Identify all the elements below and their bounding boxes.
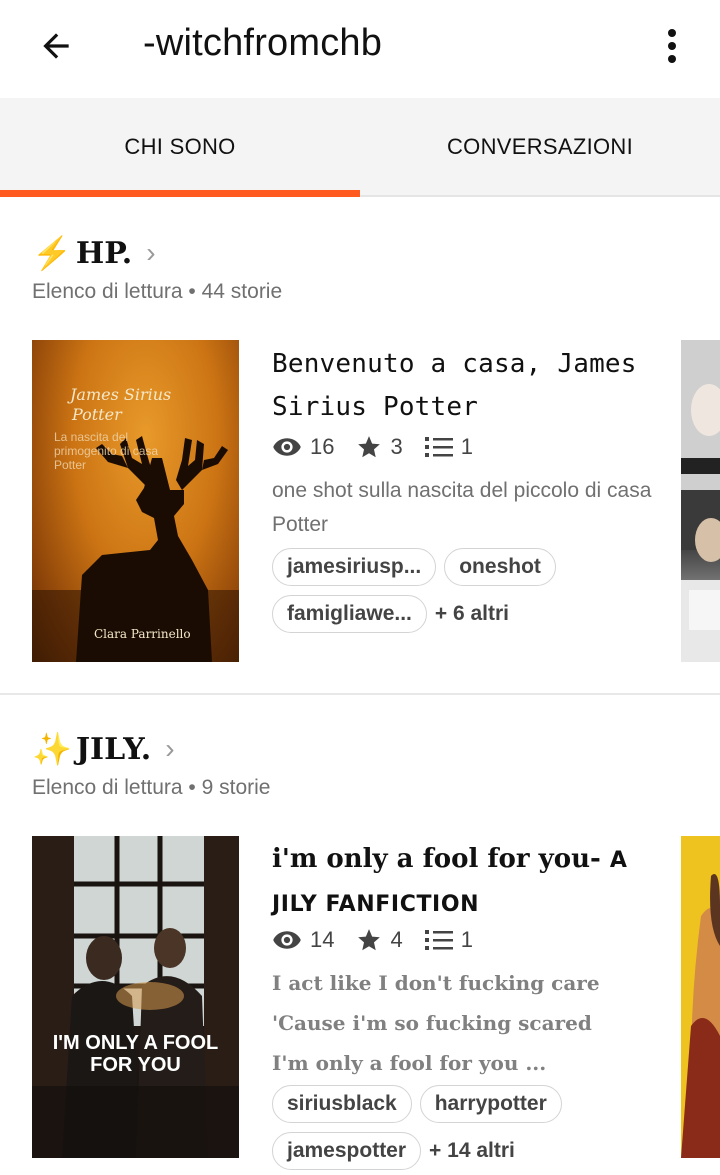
views-count: 16	[310, 434, 335, 459]
description-line: I'm only a fool for you ...	[272, 1051, 547, 1075]
more-tags-link[interactable]: + 14 altri	[429, 1139, 515, 1163]
sparkles-icon: ✨	[32, 730, 72, 768]
tab-conversazioni[interactable]: CONVERSAZIONI	[360, 98, 720, 195]
story-description: one shot sulla nascita del piccolo di ca…	[272, 479, 652, 536]
active-tab-indicator	[0, 190, 360, 197]
back-button[interactable]	[30, 20, 82, 72]
cover-title-line2: Potter	[71, 405, 123, 424]
more-vertical-icon	[668, 29, 676, 63]
profile-tabs: CHI SONO CONVERSAZIONI	[0, 98, 720, 197]
more-tags-link[interactable]: + 6 altri	[435, 602, 509, 626]
lightning-icon: ⚡	[32, 234, 72, 272]
cover-subtitle: La nascita del primogenito di casa Potte…	[54, 430, 159, 472]
views-count: 14	[310, 927, 335, 952]
votes-count: 4	[390, 927, 403, 952]
reading-list-name: HP.	[75, 235, 133, 271]
page-title: -witchfromchb	[143, 22, 383, 64]
cover-thumbnail-image	[681, 340, 720, 662]
list-icon	[424, 437, 453, 457]
chevron-right-icon: ›	[146, 237, 156, 268]
reading-list-title[interactable]: ✨ JILY. ›	[32, 730, 175, 768]
tab-chi-sono[interactable]: CHI SONO	[0, 98, 360, 195]
story-tags: siriusblack harrypotter jamespotter + 14…	[272, 1081, 692, 1175]
next-story-cover-peek[interactable]	[681, 340, 720, 662]
story-title[interactable]: Benvenuto a casa, James Sirius Potter	[272, 343, 672, 429]
cover-text: I'M ONLY A FOOL FOR YOU	[52, 1032, 219, 1076]
description-line: 'Cause i'm so fucking scared	[272, 1011, 592, 1035]
reading-list-title[interactable]: ⚡ HP. ›	[32, 234, 156, 272]
story-title[interactable]: i'm only a fool for you- A JILY FANFICTI…	[272, 838, 672, 926]
story-tags: jamesiriusp... oneshot famigliawe... + 6…	[272, 544, 692, 638]
eye-icon	[273, 438, 301, 456]
chevron-right-icon: ›	[165, 733, 175, 764]
tag-chip[interactable]: famigliawe...	[272, 595, 427, 633]
description-line: I act like I don't fucking care	[272, 971, 600, 995]
cover-title-line1: James Sirius	[67, 385, 171, 404]
reading-list-name: JILY.	[75, 731, 152, 767]
star-icon	[358, 929, 381, 951]
cover-author: Clara Parrinello	[94, 627, 191, 641]
cover-thumbnail-image	[681, 836, 720, 1158]
list-icon	[424, 930, 453, 950]
story-description: I act like I don't fucking care 'Cause i…	[272, 963, 672, 1083]
parts-count: 1	[460, 927, 473, 952]
window-couple-image	[32, 836, 239, 1158]
story-cover[interactable]: James Sirius Potter La nascita del primo…	[32, 340, 239, 662]
tag-chip[interactable]: jamespotter	[272, 1132, 422, 1170]
story-stats: 16 3 1	[272, 434, 495, 460]
eye-icon	[273, 931, 301, 949]
app-bar: -witchfromchb	[0, 0, 720, 98]
arrow-left-icon	[43, 33, 69, 59]
tag-chip[interactable]: siriusblack	[272, 1085, 412, 1123]
section-divider	[0, 693, 720, 695]
tag-chip[interactable]: harrypotter	[419, 1085, 562, 1123]
more-options-button[interactable]	[648, 20, 696, 72]
story-stats: 14 4 1	[272, 927, 495, 953]
star-icon	[358, 436, 381, 458]
story-cover[interactable]: I'M ONLY A FOOL FOR YOU	[32, 836, 239, 1158]
tag-chip[interactable]: jamesiriusp...	[272, 548, 437, 586]
deer-silhouette-image: James Sirius Potter La nascita del primo…	[32, 385, 239, 662]
votes-count: 3	[390, 434, 403, 459]
story-title-main: i'm only a fool for you-	[272, 844, 610, 874]
next-story-cover-peek[interactable]	[681, 836, 720, 1158]
tag-chip[interactable]: oneshot	[444, 548, 556, 586]
parts-count: 1	[460, 434, 473, 459]
reading-list-meta: Elenco di lettura • 9 storie	[32, 776, 271, 799]
reading-list-meta: Elenco di lettura • 44 storie	[32, 280, 283, 303]
